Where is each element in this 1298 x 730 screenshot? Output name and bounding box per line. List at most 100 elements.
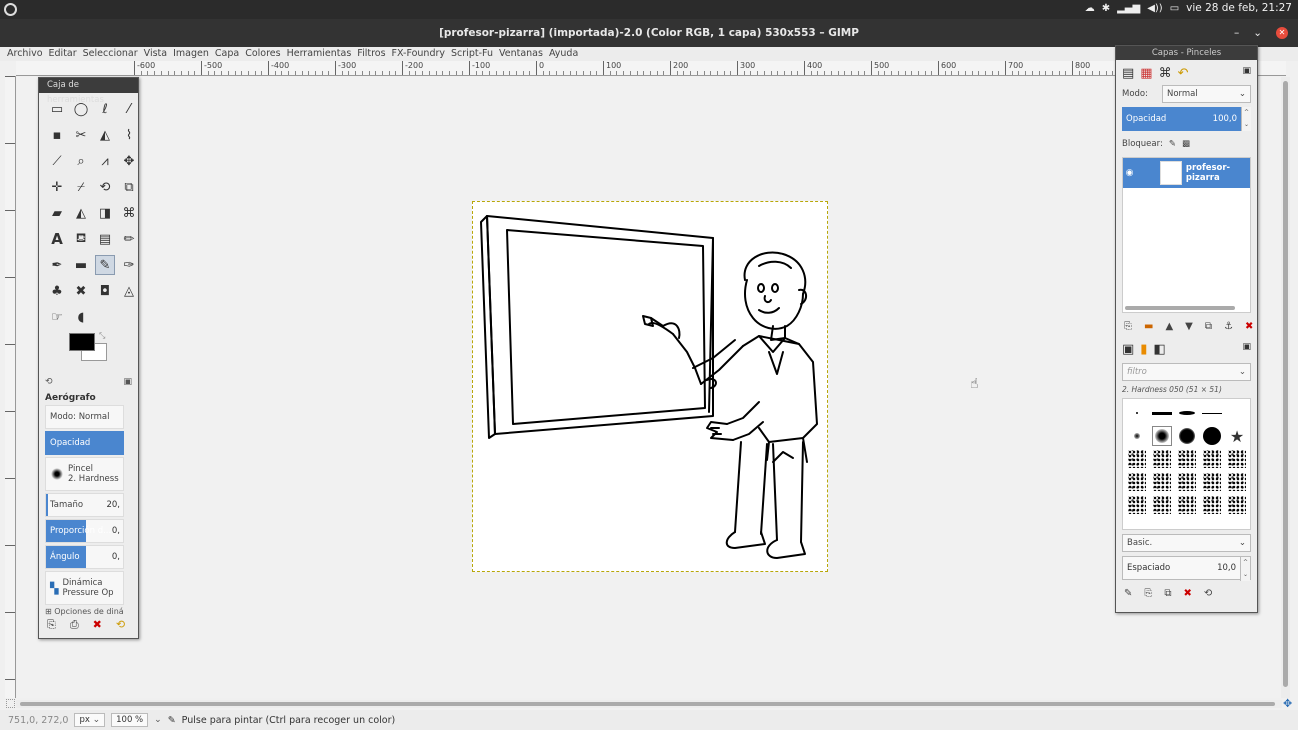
vertical-ruler[interactable]: [5, 76, 16, 698]
navigate-icon[interactable]: ✥: [1283, 698, 1295, 710]
raise-layer-icon[interactable]: ▲: [1165, 321, 1173, 332]
new-brush-icon[interactable]: ⎘: [1144, 588, 1152, 599]
edit-brush-icon[interactable]: ✎: [1124, 588, 1132, 599]
opacity-slider[interactable]: Opacidad: [45, 431, 124, 455]
dock-menu-icon[interactable]: ▣: [1242, 66, 1251, 81]
paintbrush-icon[interactable]: ✒: [47, 255, 67, 275]
network-icon[interactable]: ☁: [1085, 3, 1095, 14]
rect-select-icon[interactable]: ▭: [47, 99, 67, 119]
mode-select[interactable]: Modo: Normal: [45, 405, 124, 429]
menu-filtros[interactable]: Filtros: [357, 47, 385, 61]
gradient-icon[interactable]: ▤: [95, 229, 115, 249]
volume-icon[interactable]: ◀)): [1147, 3, 1163, 14]
free-select-icon[interactable]: ℓ: [95, 99, 115, 119]
menu-fx-foundry[interactable]: FX-Foundry: [392, 47, 445, 61]
brush-cell[interactable]: [1127, 426, 1147, 446]
layer-list-scrollbar[interactable]: [1125, 306, 1235, 310]
vertical-scrollbar[interactable]: [1281, 77, 1290, 698]
brush-cell[interactable]: [1227, 449, 1247, 469]
brush-cell[interactable]: [1152, 472, 1172, 492]
dynamics-select[interactable]: ▚ Dinámica Pressure Op: [45, 571, 124, 605]
bluetooth-icon[interactable]: ✱: [1102, 3, 1110, 14]
delete-brush-icon[interactable]: ✖: [1184, 588, 1192, 599]
layer-row[interactable]: ◉ profesor-pizarra: [1123, 158, 1250, 188]
layer-list[interactable]: ◉ profesor-pizarra: [1122, 157, 1251, 313]
brush-cell[interactable]: [1202, 449, 1222, 469]
restore-preset-icon[interactable]: ⎙: [70, 618, 79, 632]
menu-seleccionar[interactable]: Seleccionar: [83, 47, 138, 61]
lock-pixels-icon[interactable]: ✎: [1169, 139, 1176, 149]
brush-cell[interactable]: [1177, 403, 1197, 423]
brush-cell[interactable]: [1177, 426, 1197, 446]
fuzzy-select-icon[interactable]: ⁄: [119, 99, 139, 119]
brush-cell[interactable]: ★: [1227, 426, 1247, 446]
horizontal-scrollbar[interactable]: [16, 700, 1282, 708]
spacing-spinner[interactable]: ^ ⌄: [1240, 557, 1250, 581]
applications-menu-icon[interactable]: [4, 3, 17, 16]
menu-vista[interactable]: Vista: [144, 47, 167, 61]
close-button[interactable]: ✕: [1276, 27, 1288, 39]
perspective-icon[interactable]: ◭: [71, 203, 91, 223]
spacing-slider[interactable]: Espaciado 10,0 ^ ⌄: [1122, 556, 1251, 581]
align-icon[interactable]: ✛: [47, 177, 67, 197]
foreground-color-swatch[interactable]: [69, 333, 95, 351]
tab-channels-icon[interactable]: ▦: [1140, 66, 1152, 81]
pencil-icon[interactable]: ✏: [119, 229, 139, 249]
brush-cell[interactable]: [1152, 449, 1172, 469]
menu-ayuda[interactable]: Ayuda: [549, 47, 578, 61]
menu-archivo[interactable]: Archivo: [7, 47, 43, 61]
brush-cell[interactable]: [1227, 472, 1247, 492]
brush-preset-select[interactable]: Basic. ⌄: [1122, 534, 1251, 552]
tab-undo-icon[interactable]: ↶: [1178, 66, 1189, 81]
color-select-icon[interactable]: ▪: [47, 125, 67, 145]
brush-cell[interactable]: [1202, 403, 1222, 423]
clone-icon[interactable]: ♣: [47, 281, 67, 301]
brush-grid[interactable]: ★: [1122, 398, 1251, 530]
menu-ventanas[interactable]: Ventanas: [499, 47, 543, 61]
brush-cell[interactable]: [1127, 472, 1147, 492]
swap-colors-icon[interactable]: ⤡: [99, 331, 105, 341]
brush-cell[interactable]: [1202, 495, 1222, 515]
tab-paths-icon[interactable]: ⌘: [1159, 66, 1172, 81]
brush-cell[interactable]: [1152, 426, 1172, 446]
ink-icon[interactable]: ✑: [119, 255, 139, 275]
brush-filter-input[interactable]: filtro ⌄: [1122, 363, 1251, 381]
horizontal-ruler[interactable]: -600 -500 -400 -300 -200 -100 0 100 200 300 400 500…: [16, 61, 1286, 76]
brush-cell[interactable]: [1152, 403, 1172, 423]
save-options-icon[interactable]: ⎘: [47, 618, 56, 632]
visibility-eye-icon[interactable]: ◉: [1123, 168, 1136, 178]
new-layer-icon[interactable]: ⎘: [1124, 321, 1132, 332]
bucket-fill-icon[interactable]: ⛾: [71, 229, 91, 249]
crop-icon[interactable]: ⌿: [71, 177, 91, 197]
eraser-icon[interactable]: ▬: [71, 255, 91, 275]
flip-icon[interactable]: ◨: [95, 203, 115, 223]
move-icon[interactable]: ✥: [119, 151, 139, 171]
tab-patterns-icon[interactable]: ▮: [1140, 342, 1147, 357]
scale-icon[interactable]: ⧉: [119, 177, 139, 197]
quick-mask-toggle[interactable]: [6, 699, 15, 708]
rotate-icon[interactable]: ⟲: [95, 177, 115, 197]
tab-gradients-icon[interactable]: ◧: [1153, 342, 1165, 357]
image-canvas[interactable]: [472, 201, 828, 572]
shear-icon[interactable]: ▰: [47, 203, 67, 223]
airbrush-icon[interactable]: ✎: [95, 255, 115, 275]
perspective-clone-icon[interactable]: ◘: [95, 281, 115, 301]
brush-cell[interactable]: [1177, 449, 1197, 469]
brush-cell[interactable]: [1227, 495, 1247, 515]
layer-opacity-slider[interactable]: Opacidad 100,0 ^ ⌄: [1122, 107, 1251, 131]
opacity-spinner[interactable]: ^ ⌄: [1241, 107, 1251, 131]
zoom-dropdown-icon[interactable]: ⌄: [154, 715, 162, 725]
brush-cell[interactable]: [1127, 495, 1147, 515]
brush-cell[interactable]: [1202, 472, 1222, 492]
refresh-brushes-icon[interactable]: ⟲: [1204, 588, 1212, 599]
zoom-select[interactable]: 100 %: [111, 713, 149, 727]
zoom-icon[interactable]: ⌕: [71, 151, 91, 171]
horizontal-scroll-thumb[interactable]: [20, 702, 1275, 706]
heal-icon[interactable]: ✖: [71, 281, 91, 301]
cage-icon[interactable]: ⌘: [119, 203, 139, 223]
delete-preset-icon[interactable]: ✖: [93, 618, 102, 632]
brush-dock-menu-icon[interactable]: ▣: [1242, 342, 1251, 357]
text-icon[interactable]: A: [47, 229, 67, 249]
vertical-scroll-thumb[interactable]: [1283, 81, 1288, 687]
paths-icon[interactable]: ⌇: [119, 125, 139, 145]
